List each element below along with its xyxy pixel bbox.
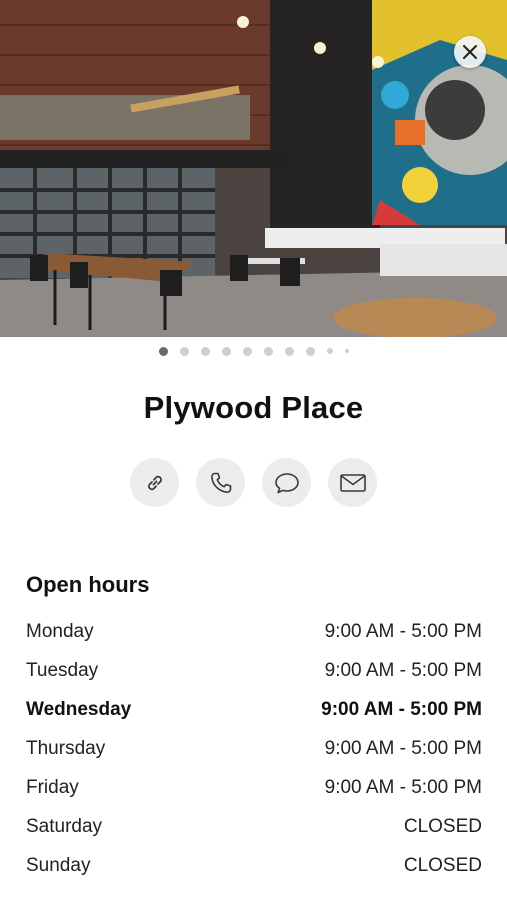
- gallery-page-indicator[interactable]: [0, 346, 507, 356]
- day-label: Wednesday: [26, 698, 132, 720]
- page-dot[interactable]: [242, 346, 252, 356]
- day-label: Tuesday: [26, 659, 99, 681]
- call-button[interactable]: [196, 458, 245, 507]
- page-dot[interactable]: [200, 346, 210, 356]
- open-hours-heading: Open hours: [26, 572, 150, 597]
- hours-row-tuesday: Tuesday 9:00 AM - 5:00 PM: [26, 651, 482, 690]
- website-link-button[interactable]: [130, 458, 179, 507]
- email-button[interactable]: [328, 458, 377, 507]
- hours-value: 9:00 AM - 5:00 PM: [324, 737, 482, 759]
- message-button[interactable]: [262, 458, 311, 507]
- hours-row-monday: Monday 9:00 AM - 5:00 PM: [26, 612, 482, 651]
- phone-icon: [210, 472, 231, 493]
- hours-value: CLOSED: [403, 854, 482, 876]
- day-label: Friday: [26, 776, 79, 798]
- hours-row-sunday: Sunday CLOSED: [26, 846, 482, 885]
- hours-value: 9:00 AM - 5:00 PM: [324, 776, 482, 798]
- hours-row-thursday: Thursday 9:00 AM - 5:00 PM: [26, 729, 482, 768]
- page-dot[interactable]: [263, 346, 273, 356]
- link-icon: [147, 475, 162, 490]
- day-label: Monday: [26, 620, 94, 642]
- page-dot[interactable]: [344, 349, 349, 353]
- hours-row-wednesday: Wednesday 9:00 AM - 5:00 PM: [26, 690, 482, 729]
- page-dot[interactable]: [326, 348, 333, 354]
- page-dot[interactable]: [305, 346, 315, 356]
- day-label: Sunday: [26, 854, 91, 876]
- hours-row-friday: Friday 9:00 AM - 5:00 PM: [26, 768, 482, 807]
- mail-icon: [339, 473, 366, 492]
- open-hours-list: Monday 9:00 AM - 5:00 PM Tuesday 9:00 AM…: [26, 612, 482, 885]
- hours-value: 9:00 AM - 5:00 PM: [321, 698, 482, 720]
- hours-row-saturday: Saturday CLOSED: [26, 807, 482, 846]
- page-dot[interactable]: [221, 346, 231, 356]
- close-button[interactable]: [454, 36, 486, 68]
- message-icon: [274, 472, 299, 493]
- day-label: Thursday: [26, 737, 106, 759]
- hours-value: 9:00 AM - 5:00 PM: [324, 659, 482, 681]
- page-dot[interactable]: [284, 346, 294, 356]
- close-icon: [463, 45, 477, 59]
- day-label: Saturday: [26, 815, 103, 837]
- hours-value: CLOSED: [403, 815, 482, 837]
- hours-value: 9:00 AM - 5:00 PM: [324, 620, 482, 642]
- place-photo[interactable]: [0, 0, 507, 337]
- place-title: Plywood Place: [143, 390, 364, 425]
- page-dot[interactable]: [158, 346, 168, 356]
- page-dot[interactable]: [179, 346, 189, 356]
- contact-actions: [0, 458, 507, 507]
- office-interior-photo: [0, 0, 507, 337]
